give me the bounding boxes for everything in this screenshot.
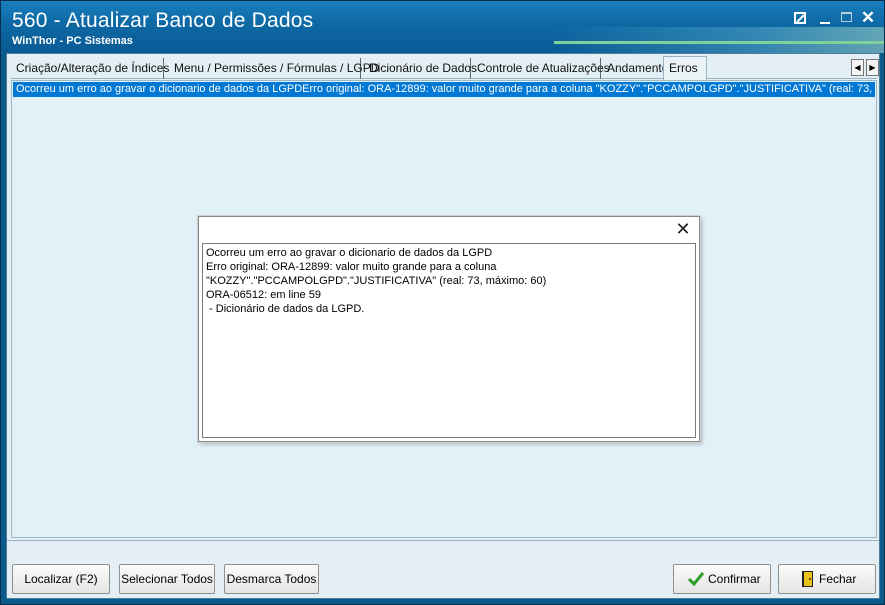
dialog-close-icon[interactable]: ✕ [675,220,691,238]
title-bar-stripe [554,41,884,44]
fechar-button[interactable]: Fechar [778,564,876,594]
edit-window-icon[interactable] [792,10,808,26]
localizar-label: Localizar (F2) [24,572,98,586]
maximize-button[interactable] [839,10,855,26]
errors-list: Ocorreu um erro ao gravar o dicionario d… [11,80,877,538]
client-area: Criação/Alteração de Índices Menu / Perm… [6,53,880,599]
localizar-button[interactable]: Localizar (F2) [12,564,110,594]
window-title: 560 - Atualizar Banco de Dados [12,9,314,32]
desmarca-todos-button[interactable]: Desmarca Todos [224,564,319,594]
tab-indices[interactable]: Criação/Alteração de Índices [11,58,169,79]
selecionar-label: Selecionar Todos [121,572,213,586]
error-list-row[interactable]: Ocorreu um erro ao gravar o dicionario d… [13,82,875,97]
confirmar-button[interactable]: Confirmar [673,564,771,594]
minimize-button[interactable] [817,10,833,26]
tab-bar: Criação/Alteração de Índices Menu / Perm… [11,56,879,80]
tab-andamento[interactable]: Andamento [602,58,668,79]
tab-menu-permissoes[interactable]: Menu / Permissões / Fórmulas / LGPD [169,58,379,79]
title-bar-decoration [554,27,884,53]
confirmar-label: Confirmar [708,572,761,586]
tab-controle-atualizacoes[interactable]: Controle de Atualizações [472,58,610,79]
door-exit-icon [802,571,813,587]
tab-scroll-arrows: ◀ ▶ [851,59,879,76]
error-detail-dialog: ✕ Ocorreu um erro ao gravar o dicionario… [198,216,700,442]
close-window-button[interactable]: ✕ [860,9,876,26]
check-icon [688,572,704,586]
desmarca-label: Desmarca Todos [226,572,317,586]
selecionar-todos-button[interactable]: Selecionar Todos [119,564,215,594]
app-window: 560 - Atualizar Banco de Dados WinThor -… [0,0,885,605]
tab-scroll-left-icon[interactable]: ◀ [851,59,864,76]
fechar-label: Fechar [819,572,857,586]
tab-scroll-right-icon[interactable]: ▶ [866,59,879,76]
window-subtitle: WinThor - PC Sistemas [12,35,133,47]
footer-bar: Localizar (F2) Selecionar Todos Desmarca… [7,540,879,598]
tab-dicionario[interactable]: Dicionário de Dados [364,58,477,79]
tab-erros[interactable]: Erros [663,56,707,80]
title-bar[interactable]: 560 - Atualizar Banco de Dados WinThor -… [1,1,884,53]
error-message-memo[interactable]: Ocorreu um erro ao gravar o dicionario d… [202,243,696,438]
